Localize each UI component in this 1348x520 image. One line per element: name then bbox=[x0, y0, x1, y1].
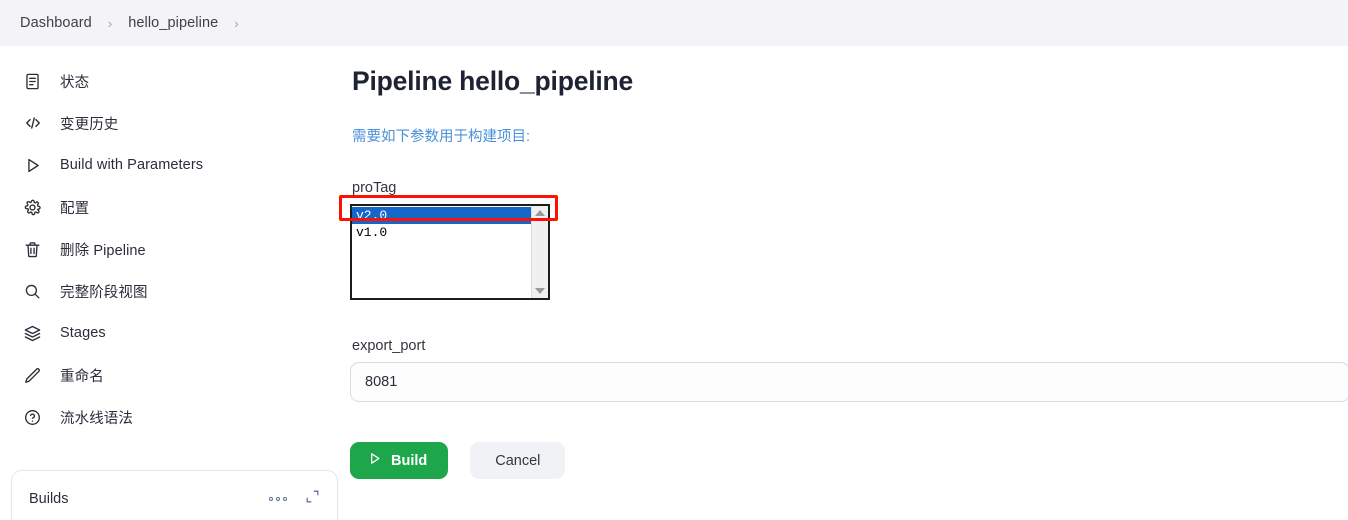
sidebar-item-label: Build with Parameters bbox=[60, 157, 204, 173]
chevron-right-icon: › bbox=[234, 15, 239, 31]
sidebar-item-delete-pipeline[interactable]: 删除 Pipeline bbox=[0, 228, 350, 270]
sidebar-item-stages[interactable]: Stages bbox=[0, 312, 350, 354]
document-icon bbox=[22, 71, 43, 92]
sidebar-item-label: Stages bbox=[60, 325, 106, 341]
sidebar-item-status[interactable]: 状态 bbox=[0, 60, 350, 102]
play-icon bbox=[22, 155, 43, 176]
sidebar-item-pipeline-syntax[interactable]: 流水线语法 bbox=[0, 396, 350, 438]
sidebar-item-label: 完整阶段视图 bbox=[60, 284, 148, 301]
sidebar-item-label: 流水线语法 bbox=[60, 410, 133, 427]
protag-option-list: v2.0 v1.0 bbox=[352, 206, 531, 298]
export-port-input[interactable] bbox=[350, 362, 1348, 402]
protag-option-v1-0[interactable]: v1.0 bbox=[352, 224, 531, 241]
pencil-icon bbox=[22, 365, 43, 386]
build-button[interactable]: Build bbox=[350, 442, 449, 479]
protag-listbox-scrollbar[interactable] bbox=[531, 206, 548, 298]
sidebar-item-label: 状态 bbox=[60, 74, 90, 91]
builds-card-actions bbox=[269, 488, 321, 510]
search-icon bbox=[22, 281, 43, 302]
sidebar-item-label: 删除 Pipeline bbox=[60, 242, 146, 259]
breadcrumb: Dashboard › hello_pipeline › bbox=[0, 0, 1348, 46]
sidebar: 状态 变更历史 Build with Parameters 配置 删除 Pipe… bbox=[0, 46, 350, 520]
code-icon bbox=[22, 113, 43, 134]
question-circle-icon bbox=[22, 407, 43, 428]
sidebar-item-label: 变更历史 bbox=[60, 116, 119, 133]
protag-option-v2-0[interactable]: v2.0 bbox=[352, 207, 531, 224]
play-icon bbox=[367, 451, 382, 470]
scroll-up-arrow-icon[interactable] bbox=[535, 210, 545, 216]
builds-card-title: Builds bbox=[29, 491, 69, 507]
cancel-button[interactable]: Cancel bbox=[470, 442, 566, 479]
page-body: 状态 变更历史 Build with Parameters 配置 删除 Pipe… bbox=[0, 46, 1348, 520]
chevron-right-icon: › bbox=[107, 15, 113, 31]
sidebar-item-rename[interactable]: 重命名 bbox=[0, 354, 350, 396]
trash-icon bbox=[22, 239, 43, 260]
cancel-button-label: Cancel bbox=[495, 452, 541, 469]
param-label-export-port: export_port bbox=[352, 338, 426, 354]
param-label-protag: proTag bbox=[352, 180, 397, 196]
expand-icon[interactable] bbox=[304, 488, 321, 510]
page-title: Pipeline hello_pipeline bbox=[352, 66, 634, 96]
builds-card: Builds bbox=[11, 470, 338, 520]
breadcrumb-item-hello-pipeline[interactable]: hello_pipeline bbox=[125, 13, 221, 33]
main-content: Pipeline hello_pipeline 需要如下参数用于构建项目: pr… bbox=[339, 46, 1348, 520]
breadcrumb-item-dashboard[interactable]: Dashboard bbox=[17, 13, 95, 33]
parameters-description: 需要如下参数用于构建项目: bbox=[352, 129, 531, 145]
sidebar-item-full-stage-view[interactable]: 完整阶段视图 bbox=[0, 270, 350, 312]
layers-icon bbox=[22, 323, 43, 344]
sidebar-item-label: 配置 bbox=[60, 200, 90, 217]
sidebar-item-changes[interactable]: 变更历史 bbox=[0, 102, 350, 144]
sidebar-item-configure[interactable]: 配置 bbox=[0, 186, 350, 228]
param-protag-select-wrap: v2.0 v1.0 bbox=[339, 195, 558, 300]
sidebar-item-build-with-parameters[interactable]: Build with Parameters bbox=[0, 144, 350, 186]
gear-icon bbox=[22, 197, 43, 218]
build-button-label: Build bbox=[391, 452, 428, 469]
protag-listbox[interactable]: v2.0 v1.0 bbox=[350, 204, 550, 300]
form-actions: Build Cancel bbox=[350, 442, 1348, 479]
more-options-icon[interactable] bbox=[269, 497, 287, 501]
scroll-down-arrow-icon[interactable] bbox=[535, 288, 545, 294]
sidebar-item-label: 重命名 bbox=[60, 368, 104, 385]
